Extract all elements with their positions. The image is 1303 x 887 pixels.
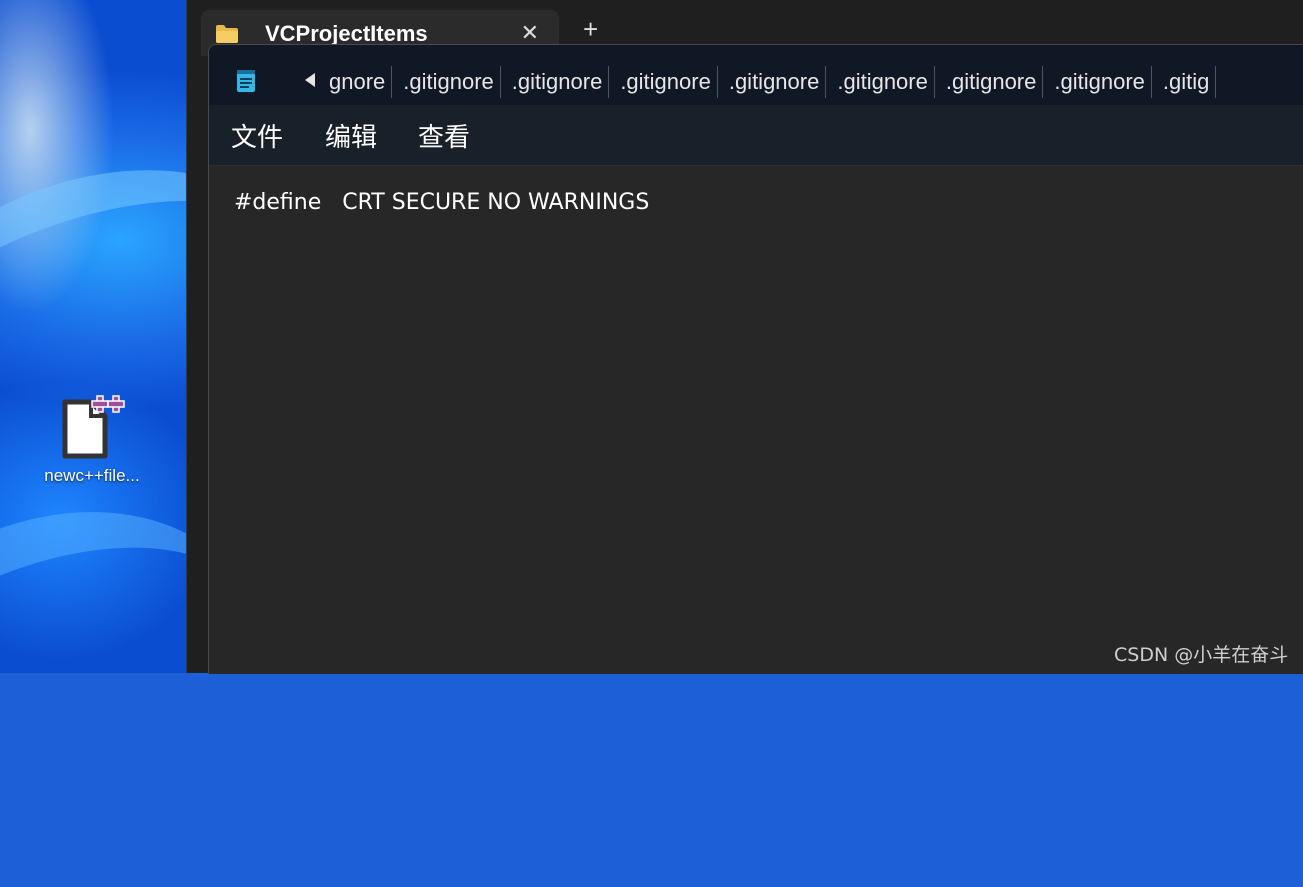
notepad-titlebar: gnore .gitignore .gitignore .gitignore .… [209, 45, 1303, 105]
text-editor-area[interactable]: #define CRT SECURE NO WARNINGS [209, 166, 1303, 674]
notepad-tab[interactable]: .gitig [1163, 66, 1217, 98]
menu-edit[interactable]: 编辑 [325, 117, 377, 154]
notepad-tab[interactable]: .gitignore [946, 66, 1044, 98]
notepad-menubar: 文件 编辑 查看 [209, 105, 1303, 166]
notepad-tab[interactable]: .gitignore [729, 66, 827, 98]
notepad-app-icon [235, 69, 257, 98]
desktop-icon-newcpp-file[interactable]: newc++file... [28, 394, 156, 486]
notepad-tab[interactable]: .gitignore [1054, 66, 1152, 98]
close-tab-icon[interactable]: ✕ [521, 20, 539, 46]
notepad-window: gnore .gitignore .gitignore .gitignore .… [208, 44, 1303, 674]
cpp-file-icon [57, 394, 127, 464]
notepad-tab[interactable]: .gitignore [837, 66, 935, 98]
editor-text-line: #define CRT SECURE NO WARNINGS [234, 190, 650, 215]
desktop-icon-label: newc++file... [44, 466, 140, 485]
scroll-tabs-left-icon[interactable] [301, 71, 317, 94]
menu-view[interactable]: 查看 [418, 117, 470, 154]
notepad-tab-strip: gnore .gitignore .gitignore .gitignore .… [329, 66, 1227, 98]
notepad-tab[interactable]: gnore [329, 66, 393, 98]
notepad-tab[interactable]: .gitignore [512, 66, 610, 98]
notepad-tab[interactable]: .gitignore [620, 66, 718, 98]
new-tab-button[interactable]: + [583, 16, 598, 42]
csdn-watermark: CSDN @小羊在奋斗 [1114, 644, 1289, 666]
notepad-tab[interactable]: .gitignore [403, 66, 501, 98]
menu-file[interactable]: 文件 [231, 117, 283, 154]
